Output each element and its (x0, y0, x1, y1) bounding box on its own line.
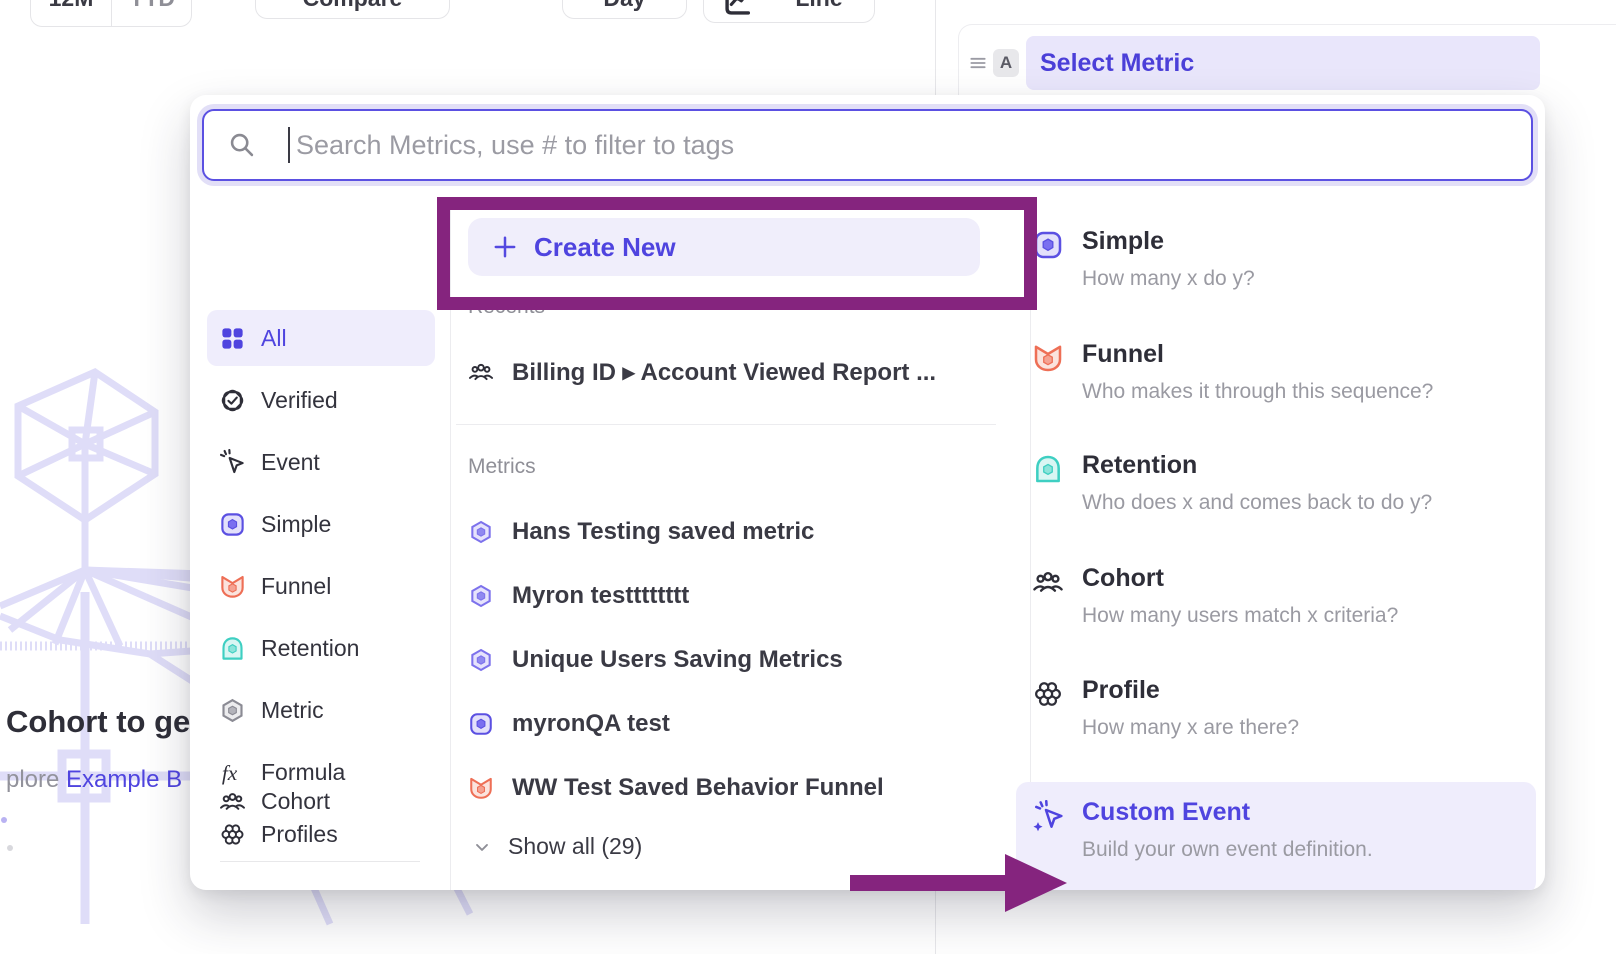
chevron-down-icon (472, 837, 492, 857)
funnel-icon (468, 775, 494, 801)
funnel-icon (219, 573, 246, 600)
compare-button[interactable]: Compare (255, 0, 450, 19)
event-cursor-icon (219, 449, 246, 476)
type-simple[interactable]: Simple How many x do y? (1016, 223, 1536, 319)
metric-list-item[interactable]: Myron testttttttt (468, 574, 1008, 618)
simple-metric-icon (219, 511, 246, 538)
search-icon (228, 131, 256, 159)
day-button[interactable]: Day (562, 0, 687, 19)
search-bar (202, 109, 1533, 181)
saved-metric-hexagon-icon (468, 519, 494, 545)
profiles-flower-icon (1032, 678, 1064, 710)
sidebar-item-funnel[interactable]: Funnel (202, 558, 438, 614)
sidebar-item-event[interactable]: Event (202, 434, 438, 490)
grid-all-icon (219, 325, 246, 352)
empty-state-heading-fragment: Cohort to ge (6, 704, 190, 740)
tag-icon (219, 890, 246, 891)
metric-list-item[interactable]: WW Test Saved Behavior Funnel (468, 766, 1008, 810)
series-a-badge: A (993, 49, 1019, 77)
select-metric-label: Select Metric (1040, 49, 1194, 78)
verified-badge-icon (219, 387, 246, 414)
empty-state-explore-line: plore Example B (6, 766, 182, 794)
example-boards-link[interactable]: Example B (66, 766, 182, 793)
metric-list-item[interactable]: Unique Users Saving Metrics (468, 638, 1008, 682)
cohort-people-icon (219, 788, 246, 815)
text-caret (288, 127, 290, 163)
annotation-arrow (850, 875, 1006, 891)
range-12m-button[interactable]: 12M (31, 0, 111, 26)
explore-prefix-text: plore (6, 766, 66, 793)
sidebar-item-simple[interactable]: Simple (202, 496, 438, 552)
retention-icon (219, 635, 246, 662)
custom-event-spark-cursor-icon (1032, 800, 1064, 832)
sidebar-item-all[interactable]: All (207, 310, 435, 366)
sidebar-item-retention[interactable]: Retention (202, 620, 438, 676)
list-divider (456, 424, 996, 425)
date-range-segmented-control[interactable]: 12M YTD (30, 0, 192, 27)
metric-list-item[interactable]: Hans Testing saved metric (468, 510, 1008, 554)
range-ytd-button[interactable]: YTD (111, 0, 192, 26)
type-funnel[interactable]: Funnel Who makes it through this sequenc… (1016, 336, 1536, 432)
sidebar-item-metric[interactable]: Metric (202, 682, 438, 738)
sidebar-item-verified[interactable]: Verified (202, 372, 438, 428)
metric-list-item[interactable]: myronQA test (468, 702, 1008, 746)
funnel-icon (1032, 342, 1064, 374)
search-input[interactable] (202, 109, 1533, 181)
sidebar-item-cohort[interactable]: Cohort (202, 773, 438, 829)
cohort-people-icon (1032, 566, 1064, 598)
type-profile[interactable]: Profile How many x are there? (1016, 672, 1536, 768)
select-metric-pill[interactable]: Select Metric (1026, 36, 1540, 90)
annotation-highlight-rectangle (437, 197, 1037, 310)
saved-metric-hexagon-icon (468, 583, 494, 609)
recent-item-billing[interactable]: Billing ID ▸ Account Viewed Report ... (468, 350, 1008, 394)
metrics-heading: Metrics (468, 455, 536, 479)
metric-hexagon-icon (219, 697, 246, 724)
type-retention[interactable]: Retention Who does x and comes back to d… (1016, 447, 1536, 543)
line-chart-type-button[interactable]: Line (703, 0, 875, 23)
type-cohort[interactable]: Cohort How many users match x criteria? (1016, 560, 1536, 656)
drag-handle-icon[interactable] (968, 53, 988, 73)
simple-metric-icon (468, 711, 494, 737)
type-custom-event[interactable]: Custom Event Build your own event defini… (1016, 782, 1536, 890)
saved-metric-hexagon-icon (468, 647, 494, 673)
sidebar-item-tags[interactable]: Tags (202, 875, 438, 890)
annotation-arrow-head (1005, 854, 1067, 912)
sidebar-divider (220, 861, 420, 862)
show-all-toggle[interactable]: Show all (29) (472, 833, 642, 860)
cohort-people-icon (468, 359, 494, 385)
retention-icon (1032, 453, 1064, 485)
